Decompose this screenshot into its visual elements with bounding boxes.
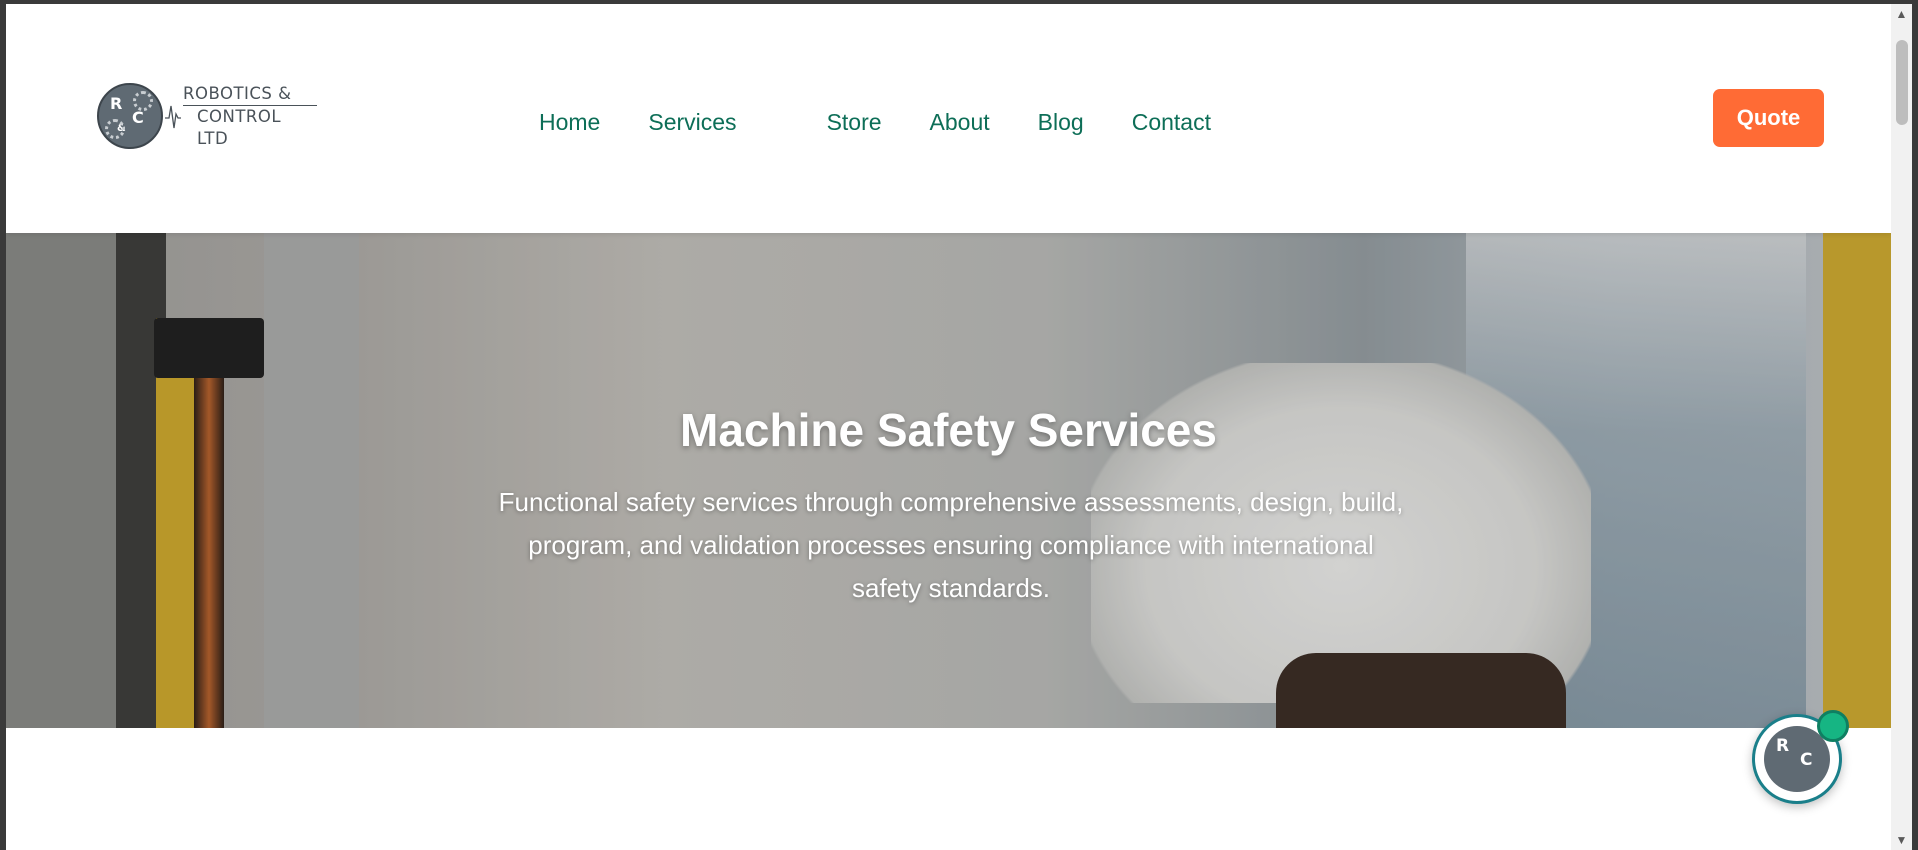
logo-pulse-icon <box>165 105 181 129</box>
nav-store[interactable]: Store <box>827 109 882 136</box>
nav-home[interactable]: Home <box>539 109 600 136</box>
page-scrollbar[interactable]: ▲ ▼ <box>1891 4 1912 850</box>
nav-about[interactable]: About <box>930 109 990 136</box>
site-header: R C & ROBOTICS & CONTROL LTD Home Servic… <box>6 4 1891 233</box>
chat-logo-letter-c: C <box>1800 750 1813 770</box>
scrollbar-thumb[interactable] <box>1896 40 1908 125</box>
main-nav: Home Services Store About Blog Contact <box>539 106 1259 138</box>
site-logo[interactable]: R C & ROBOTICS & CONTROL LTD <box>97 81 317 151</box>
scroll-up-arrow-icon[interactable]: ▲ <box>1891 4 1912 24</box>
nav-contact[interactable]: Contact <box>1132 109 1211 136</box>
logo-letter-r: R <box>110 94 123 113</box>
nav-services[interactable]: Services <box>648 109 736 136</box>
quote-button[interactable]: Quote <box>1713 89 1824 147</box>
hero-title: Machine Safety Services <box>680 404 1217 456</box>
hero-banner: Machine Safety Services Functional safet… <box>6 233 1891 728</box>
page-viewport: R C & ROBOTICS & CONTROL LTD Home Servic… <box>6 4 1891 850</box>
logo-gear-icon <box>105 119 125 139</box>
scroll-down-arrow-icon[interactable]: ▼ <box>1891 830 1912 850</box>
logo-wordmark: ROBOTICS & CONTROL LTD <box>183 83 317 150</box>
logo-emblem-icon: R C & <box>97 83 163 149</box>
logo-gear-icon <box>133 91 153 111</box>
nav-blog[interactable]: Blog <box>1038 109 1084 136</box>
hero-subtitle: Functional safety services through compr… <box>498 487 1404 603</box>
logo-name-line2: CONTROL LTD <box>183 104 317 150</box>
online-status-dot <box>1817 710 1849 742</box>
chat-logo-letter-r: R <box>1776 736 1790 756</box>
logo-name-line1: ROBOTICS & <box>183 83 292 103</box>
